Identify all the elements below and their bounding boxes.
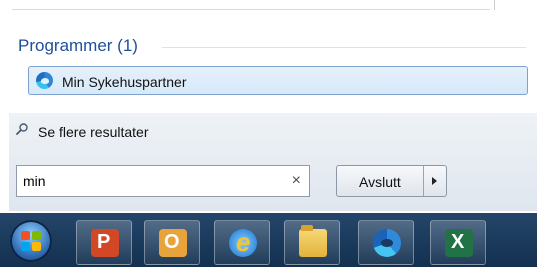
top-divider [12, 9, 490, 10]
search-box: × [16, 165, 310, 197]
outlook-icon [159, 229, 187, 257]
taskbar-internet-explorer[interactable] [214, 220, 270, 265]
edge-icon [36, 72, 53, 89]
powerpoint-icon [91, 229, 119, 257]
taskbar-edge[interactable] [358, 220, 414, 265]
shutdown-button[interactable]: Avslutt [359, 174, 401, 190]
top-edge-divider [494, 0, 495, 10]
windows-logo-icon [21, 231, 41, 251]
start-button[interactable] [10, 220, 52, 262]
shutdown-button-group: Avslutt [336, 165, 447, 197]
taskbar-file-explorer[interactable] [284, 220, 340, 265]
clear-search-button[interactable]: × [292, 171, 301, 191]
internet-explorer-icon [229, 227, 257, 258]
section-divider [162, 47, 526, 48]
shutdown-options-arrow-icon[interactable] [432, 177, 437, 185]
excel-icon [445, 229, 473, 257]
edge-icon [373, 229, 401, 257]
taskbar-outlook[interactable] [144, 220, 200, 265]
result-item-min-sykehuspartner[interactable]: Min Sykehuspartner [28, 66, 528, 95]
section-title-programs: Programmer (1) [18, 36, 138, 55]
search-input[interactable] [23, 171, 273, 191]
shutdown-divider [423, 166, 424, 196]
result-item-label: Min Sykehuspartner [62, 74, 187, 90]
search-icon [16, 123, 28, 135]
taskbar-powerpoint[interactable] [76, 220, 132, 265]
file-explorer-icon [299, 225, 327, 257]
taskbar-excel[interactable] [430, 220, 486, 265]
see-more-label: Se flere resultater [38, 124, 149, 140]
